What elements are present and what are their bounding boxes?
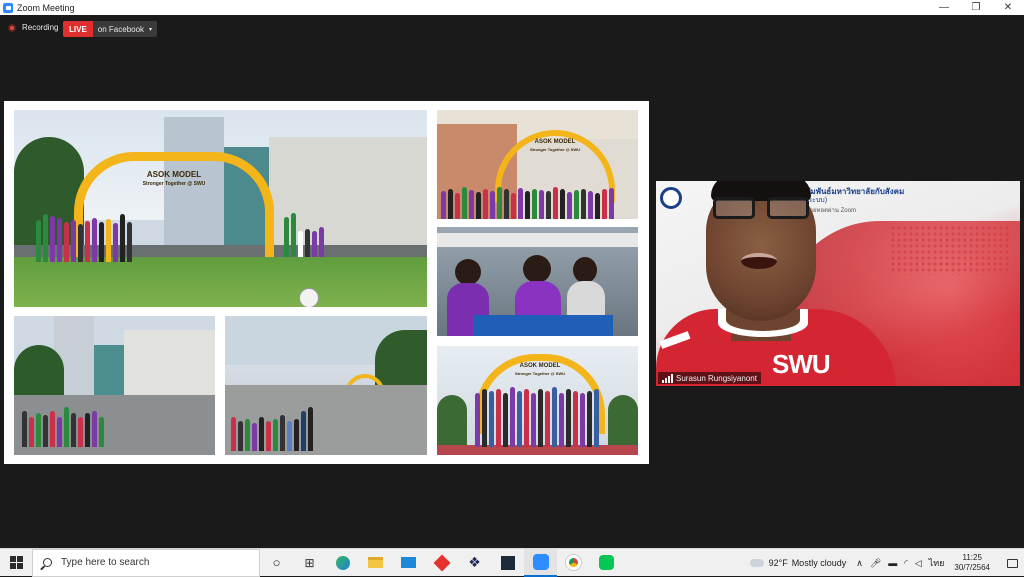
weather-widget[interactable]: 92°F Mostly cloudy: [746, 556, 847, 568]
window-title: Zoom Meeting: [17, 2, 75, 13]
glasses: [713, 197, 813, 221]
weather-temp: 92°F: [768, 558, 788, 568]
participant-video[interactable]: กิจสัมพันธ์มหาวิทยาลัยกับสังคม (ระบบ) ถ่…: [656, 181, 1020, 386]
photo-street-dance-left: [14, 316, 215, 455]
slide-caption: ถ่ายทอดผ่าน Zoom: [806, 208, 856, 214]
football: [299, 288, 319, 307]
photo-arch-crowd: ASOK MODEL Stronger Together @ SWU: [437, 110, 638, 219]
photo-street-dance-middle: [225, 316, 427, 455]
chrome-icon[interactable]: [557, 549, 590, 577]
live-badge: LIVE: [63, 21, 93, 37]
system-tray: 92°F Mostly cloudy ∧ 🎤︎ ▬ ◜ ◁ ไทย 11:25 …: [746, 549, 1024, 577]
edge-icon[interactable]: [326, 549, 359, 577]
zoom-icon: [3, 2, 13, 13]
taskbar-search-box[interactable]: Type here to search: [32, 548, 260, 577]
jacket-text: SWU: [772, 349, 831, 379]
clock-time: 11:25: [962, 553, 982, 562]
app-red-icon[interactable]: [425, 549, 458, 577]
input-language[interactable]: ไทย: [929, 556, 945, 570]
window-controls: — ❐ ✕: [928, 0, 1024, 15]
tray-expand-icon[interactable]: ∧: [856, 558, 863, 569]
wifi-icon[interactable]: ◜: [904, 558, 908, 569]
participant-name-tag: Surasun Rungsiyanont: [658, 372, 761, 384]
search-placeholder: Type here to search: [61, 557, 150, 568]
notification-center-button[interactable]: [1000, 558, 1024, 568]
start-button[interactable]: [0, 549, 32, 577]
record-dot-icon: [8, 23, 16, 32]
mail-icon[interactable]: [392, 549, 425, 577]
live-stream-control[interactable]: LIVE on Facebook ▾: [63, 21, 158, 37]
volume-icon[interactable]: ◁: [915, 558, 922, 569]
photo-arch-main: ASOK MODEL Stronger Together @ SWU: [14, 110, 427, 307]
terminal-icon[interactable]: [491, 549, 524, 577]
recording-indicator[interactable]: Recording: [8, 23, 58, 32]
search-icon: [43, 558, 52, 567]
arch-subtitle: Stronger Together @ SWU: [514, 371, 566, 376]
restore-button[interactable]: ❐: [960, 0, 992, 15]
photo-booth: [437, 227, 638, 336]
arch-title: ASOK MODEL: [534, 139, 576, 145]
arch-title: ASOK MODEL: [146, 170, 202, 179]
battery-icon[interactable]: ▬: [888, 558, 897, 568]
clock-date: 30/7/2564: [954, 563, 990, 572]
chevron-down-icon: ▾: [149, 26, 153, 33]
taskbar-clock[interactable]: 11:25 30/7/2564: [954, 553, 990, 573]
windows-icon: [9, 556, 23, 569]
taskbar: Type here to search ○ ⊞ ❖ 92°F Mostly cl…: [0, 548, 1024, 577]
arch-subtitle: Stronger Together @ SWU: [142, 181, 206, 187]
widgets-icon[interactable]: ⊞: [293, 549, 326, 577]
university-logo-icon: [660, 187, 682, 209]
dropbox-icon[interactable]: ❖: [458, 549, 491, 577]
notification-icon: [1006, 558, 1018, 568]
signal-bars-icon: [662, 373, 673, 383]
weather-desc: Mostly cloudy: [791, 558, 847, 568]
photo-arch-group: ASOK MODEL Stronger Together @ SWU: [437, 346, 638, 455]
live-destination-label: on Facebook: [97, 24, 145, 34]
participant-name: Surasun Rungsiyanont: [676, 373, 757, 383]
minimize-button[interactable]: —: [928, 0, 960, 15]
line-icon[interactable]: [590, 549, 623, 577]
shared-screen: ASOK MODEL Stronger Together @ SWU ASOK …: [4, 101, 649, 464]
recording-label: Recording: [22, 23, 59, 32]
title-bar: Zoom Meeting — ❐ ✕: [0, 0, 1024, 15]
tray-icons: ∧ 🎤︎ ▬ ◜ ◁ ไทย: [856, 556, 944, 570]
task-view-icon[interactable]: ○: [260, 549, 293, 577]
zoom-taskbar-icon[interactable]: [524, 548, 557, 577]
close-button[interactable]: ✕: [992, 0, 1024, 15]
arch-title: ASOK MODEL: [519, 363, 561, 369]
live-destination-dropdown[interactable]: on Facebook ▾: [92, 21, 158, 37]
file-explorer-icon[interactable]: [359, 549, 392, 577]
cloud-icon: [746, 556, 764, 567]
microphone-icon[interactable]: 🎤︎: [870, 558, 881, 569]
meeting-stage: Recording LIVE on Facebook ▾ ASOK MODEL …: [0, 15, 1024, 548]
arch-subtitle: Stronger Together @ SWU: [529, 147, 581, 152]
